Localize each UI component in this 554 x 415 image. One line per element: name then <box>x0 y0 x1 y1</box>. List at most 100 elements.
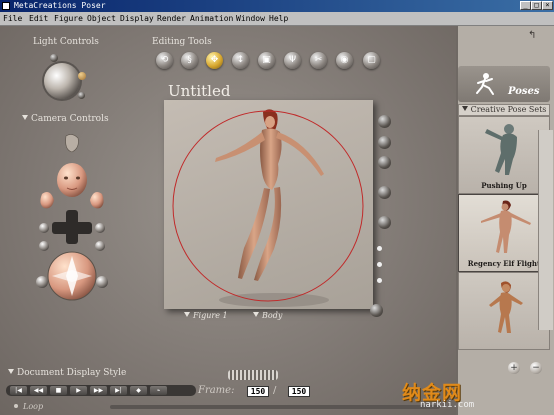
pose-set-label: Creative Pose Sets <box>470 105 547 114</box>
cube-view-button[interactable] <box>378 115 391 128</box>
edit-keyframes-button[interactable]: ⌁ <box>150 386 167 395</box>
current-frame-field[interactable]: 150 <box>247 386 269 397</box>
display-mode-button-2[interactable] <box>378 216 391 229</box>
body-menu-text: Body <box>262 311 283 320</box>
scale-tool-button[interactable]: ▣ <box>258 52 275 69</box>
animation-panel-handle[interactable] <box>228 370 278 380</box>
pose-figure-image <box>489 281 523 333</box>
camera-controls-text: Camera Controls <box>31 114 109 124</box>
body-triangle-icon <box>253 312 259 317</box>
app-icon <box>2 2 10 10</box>
light-sphere[interactable] <box>44 63 80 99</box>
library-scrollbar[interactable] <box>538 130 553 330</box>
minimize-button[interactable]: _ <box>520 1 531 10</box>
scene-render <box>172 109 364 307</box>
menu-edit[interactable]: Edit <box>29 12 48 25</box>
last-frame-button[interactable]: ▶| <box>110 386 127 395</box>
add-to-library-button[interactable]: + <box>508 362 520 374</box>
loop-label: Loop <box>23 402 44 411</box>
twist-tool-button[interactable]: § <box>181 52 198 69</box>
chain-break-icon: ✂ <box>314 55 323 65</box>
display-mode-button-1[interactable] <box>378 186 391 199</box>
pose-set-dropdown[interactable]: Creative Pose Sets <box>458 104 550 116</box>
menu-animation[interactable]: Animation <box>190 12 233 25</box>
loop-toggle[interactable]: Loop <box>14 402 43 411</box>
plus-icon: + <box>510 363 518 373</box>
library-close-icon[interactable]: ↰ <box>528 30 536 41</box>
total-frames-field[interactable]: 150 <box>288 386 310 397</box>
pose-thumbnail-regency-elf-flight[interactable]: Regency Elf Flight <box>458 194 550 272</box>
pose-thumbnail-3[interactable] <box>458 272 550 350</box>
option-dot-2[interactable] <box>377 262 382 267</box>
menu-render[interactable]: Render <box>157 12 186 25</box>
document-viewport[interactable] <box>164 100 373 309</box>
maximize-button[interactable]: □ <box>531 1 542 10</box>
sphere-view-button[interactable] <box>378 136 391 149</box>
figure-menu-text: Figure 1 <box>193 311 228 320</box>
camera-controls-label[interactable]: Camera Controls <box>22 114 109 125</box>
menu-file[interactable]: File <box>3 12 22 25</box>
collapse-triangle-icon <box>22 115 28 120</box>
frame-label: Frame: <box>198 385 235 396</box>
close-button[interactable]: × <box>542 1 553 10</box>
menu-help[interactable]: Help <box>269 12 288 25</box>
poser-window: MetaCreations Poser _ □ × File Edit Figu… <box>0 0 554 415</box>
light-1-handle[interactable] <box>50 54 58 62</box>
reset-button[interactable] <box>370 304 383 317</box>
pose-figure-image <box>485 124 517 175</box>
frame-separator: / <box>273 385 277 396</box>
window-title: MetaCreations Poser <box>14 1 106 10</box>
pose-thumbnail-pushing-up[interactable]: Pushing Up <box>458 116 550 194</box>
translate-tool-button[interactable]: ✥ <box>206 52 223 69</box>
body-menu[interactable]: Body <box>253 311 282 320</box>
light-3-handle[interactable] <box>78 92 85 99</box>
pose-label: Pushing Up <box>481 181 527 190</box>
rotate-icon: ⟲ <box>160 55 169 65</box>
translate-in-out-icon: ↕ <box>236 55 245 65</box>
menu-window[interactable]: Window <box>236 12 265 25</box>
menu-figure[interactable]: Figure <box>54 12 83 25</box>
timeline-slider[interactable] <box>110 405 440 409</box>
grouping-icon: ▢ <box>367 55 376 65</box>
menu-object[interactable]: Object <box>87 12 116 25</box>
translate-in-out-tool-button[interactable]: ↕ <box>232 52 249 69</box>
minus-icon: − <box>532 363 540 373</box>
document-display-style-label: Document Display Style <box>17 368 127 378</box>
rotate-tool-button[interactable]: ⟲ <box>156 52 173 69</box>
figure-menu[interactable]: Figure 1 <box>184 311 228 320</box>
previous-frame-button[interactable]: ◀◀ <box>30 386 47 395</box>
taper-tool-button[interactable]: Ψ <box>284 52 301 69</box>
library-title: Poses <box>508 86 540 97</box>
pose-label: Regency Elf Flight <box>467 259 541 268</box>
camera-controls-widget[interactable] <box>30 130 115 330</box>
play-button[interactable]: ▶ <box>70 386 87 395</box>
option-dot-3[interactable] <box>377 278 382 283</box>
editing-tools-label: Editing Tools <box>152 37 212 47</box>
chain-break-tool-button[interactable]: ✂ <box>310 52 327 69</box>
option-dot-1[interactable] <box>377 246 382 251</box>
translate-icon: ✥ <box>210 55 219 65</box>
figure-triangle-icon <box>184 312 190 317</box>
grouping-tool-button[interactable]: ▢ <box>363 52 380 69</box>
watermark-url: narkii.com <box>420 400 475 410</box>
color-tool-button[interactable]: ◉ <box>336 52 353 69</box>
light-2-handle[interactable] <box>78 72 86 80</box>
stop-button[interactable]: ■ <box>50 386 67 395</box>
first-frame-button[interactable]: |◀ <box>10 386 27 395</box>
color-icon: ◉ <box>340 55 349 65</box>
pose-figure-image <box>481 200 531 253</box>
document-display-style-toggle[interactable]: Document Display Style <box>8 368 126 379</box>
dropdown-triangle-icon <box>461 106 468 111</box>
menu-display[interactable]: Display <box>120 12 154 25</box>
light-controls-label: Light Controls <box>33 37 99 47</box>
next-frame-button[interactable]: ▶▶ <box>90 386 107 395</box>
document-display-triangle-icon <box>8 369 14 374</box>
figure-1[interactable] <box>215 109 324 281</box>
loop-bullet-icon <box>14 404 18 408</box>
workspace: Light Controls Camera Controls Editing T… <box>0 26 456 415</box>
remove-from-library-button[interactable]: − <box>530 362 542 374</box>
keyframe-button[interactable]: ◆ <box>130 386 147 395</box>
running-figure-icon <box>476 73 494 95</box>
shading-button[interactable] <box>378 156 391 169</box>
menu-bar: File Edit Figure Object Display Render A… <box>0 12 554 26</box>
